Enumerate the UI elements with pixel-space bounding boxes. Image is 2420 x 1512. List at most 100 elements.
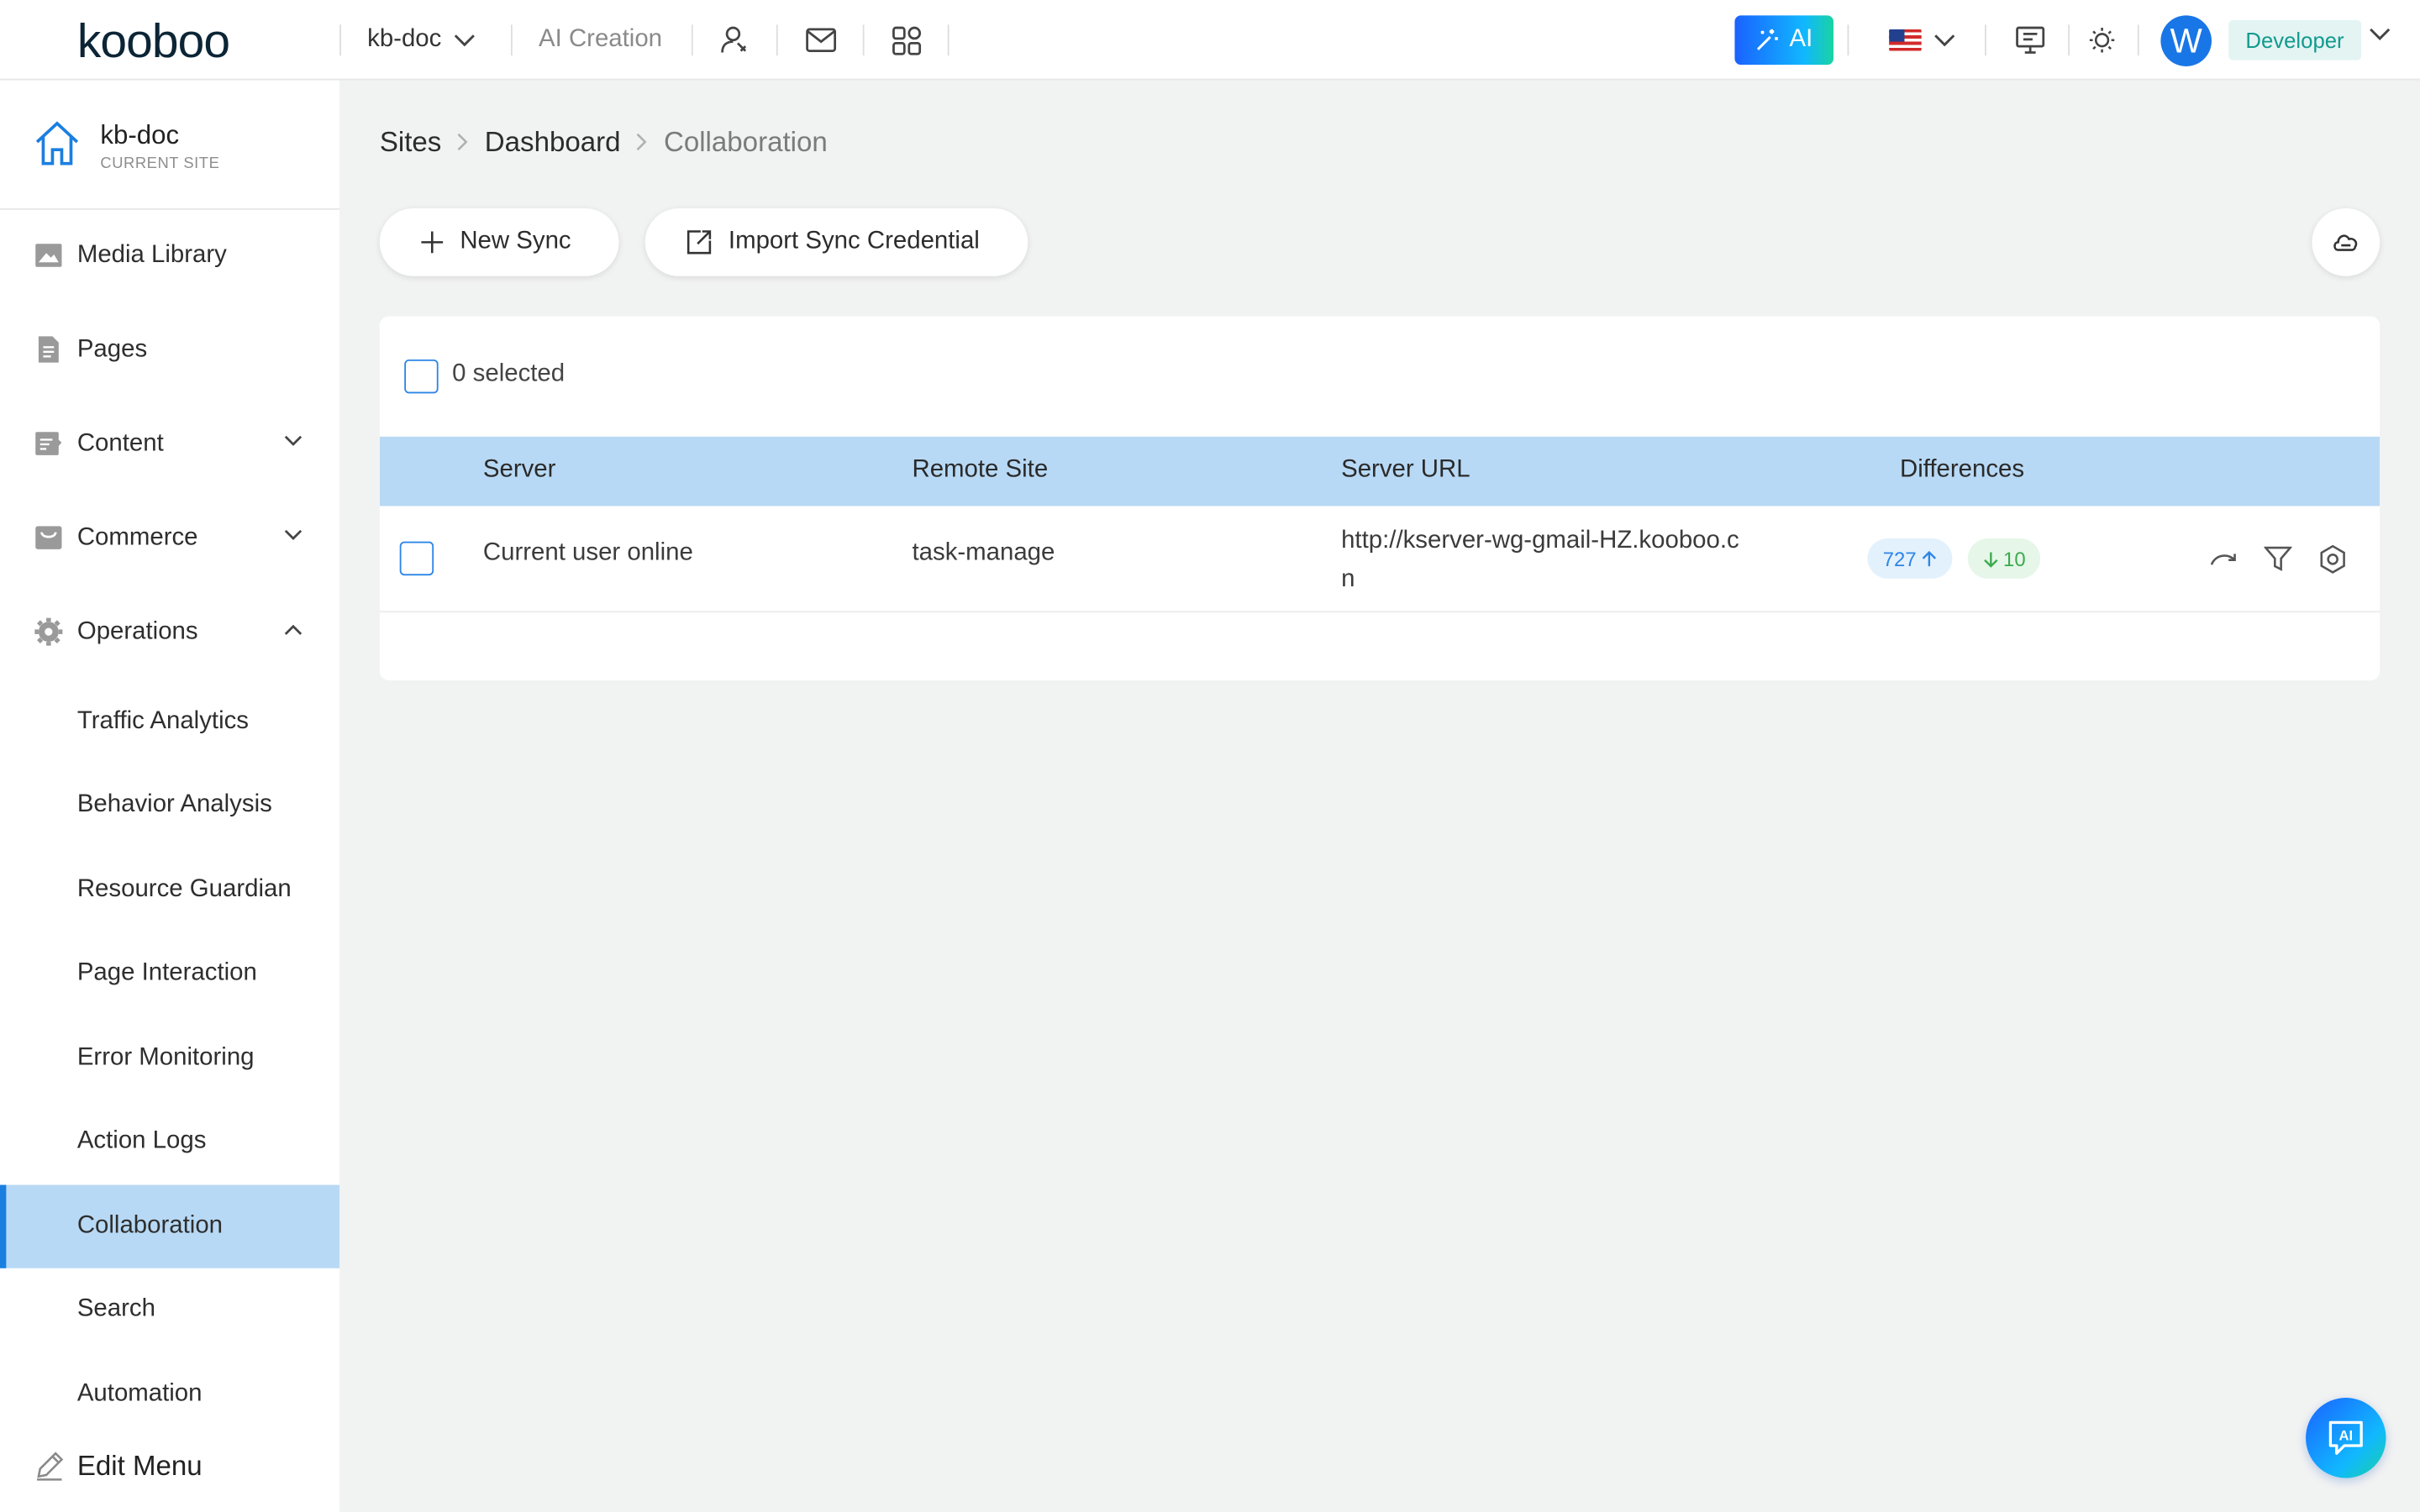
import-sync-credential-button[interactable]: Import Sync Credential bbox=[644, 207, 1028, 276]
divider bbox=[947, 24, 950, 56]
sidebar-item-content[interactable]: Content bbox=[0, 402, 339, 486]
cloud-icon bbox=[2332, 232, 2360, 254]
new-sync-button[interactable]: New Sync bbox=[379, 207, 619, 276]
filter-icon[interactable] bbox=[2261, 542, 2295, 575]
divider bbox=[2068, 24, 2070, 56]
sidebar-item-label: Pages bbox=[76, 336, 148, 363]
import-sync-credential-label: Import Sync Credential bbox=[728, 228, 980, 255]
sidebar-item-collaboration[interactable]: Collaboration bbox=[0, 1184, 340, 1268]
ai-assistant-button[interactable]: AI bbox=[2306, 1398, 2386, 1478]
sidebar-item-label: Action Logs bbox=[76, 1127, 207, 1154]
breadcrumb-sites[interactable]: Sites bbox=[380, 126, 442, 159]
sidebar-item-operations[interactable]: Operations bbox=[0, 591, 339, 674]
sidebar-item-label: Media Library bbox=[76, 242, 227, 269]
apps-grid-icon[interactable] bbox=[887, 22, 924, 59]
diff-pull-badge[interactable]: 10 bbox=[1967, 538, 2041, 579]
user-manage-icon[interactable] bbox=[716, 22, 753, 59]
presentation-icon[interactable] bbox=[2011, 22, 2048, 59]
ai-button-label: AI bbox=[1789, 26, 1813, 53]
role-badge[interactable]: Developer bbox=[2228, 19, 2361, 60]
sidebar-item-label: Traffic Analytics bbox=[76, 708, 249, 735]
avatar[interactable]: W bbox=[2160, 15, 2212, 66]
edit-menu-label: Edit Menu bbox=[76, 1449, 203, 1481]
magic-wand-icon bbox=[1755, 28, 1780, 52]
column-header-server-url: Server URL bbox=[1341, 456, 1470, 483]
row-checkbox[interactable] bbox=[399, 541, 434, 576]
divider bbox=[510, 24, 513, 56]
sidebar-item-label: Operations bbox=[76, 618, 198, 645]
language-selector[interactable] bbox=[1889, 22, 1955, 59]
mail-icon[interactable] bbox=[802, 22, 839, 59]
home-icon bbox=[34, 120, 80, 166]
edit-menu-button[interactable]: Edit Menu bbox=[0, 1422, 339, 1509]
page-icon bbox=[34, 335, 63, 365]
ai-button[interactable]: AI bbox=[1734, 15, 1833, 66]
sync-redo-icon[interactable] bbox=[2207, 542, 2240, 575]
top-bar: kooboo kb-doc AI Creation AI W Developer bbox=[0, 0, 2420, 81]
sidebar-item-label: Commerce bbox=[76, 524, 198, 551]
sidebar-item-behavior-analysis[interactable]: Behavior Analysis bbox=[0, 764, 339, 847]
table-row: Current user online task-manage http://k… bbox=[379, 506, 2381, 613]
diff-push-badge[interactable]: 727 bbox=[1867, 538, 1952, 579]
sidebar-item-pages[interactable]: Pages bbox=[0, 308, 339, 391]
sidebar-item-label: Error Monitoring bbox=[76, 1044, 255, 1071]
cloud-sync-button[interactable] bbox=[2312, 207, 2381, 276]
sidebar-item-label: Search bbox=[76, 1295, 155, 1323]
app-root: kooboo kb-doc AI Creation AI W Developer… bbox=[0, 0, 2420, 1512]
site-switcher[interactable]: kb-doc bbox=[367, 0, 476, 81]
sidebar-item-label: Content bbox=[76, 430, 164, 457]
import-icon bbox=[685, 228, 713, 256]
settings-gear-icon[interactable] bbox=[2315, 542, 2349, 575]
commerce-icon bbox=[34, 523, 63, 553]
arrow-up-icon bbox=[1921, 549, 1936, 567]
breadcrumb-collaboration: Collaboration bbox=[663, 125, 828, 157]
cell-server-url: http://kserver-wg-gmail-HZ.kooboo.cn bbox=[1341, 528, 1739, 593]
ai-float-label: AI bbox=[2339, 1428, 2354, 1444]
table-header: Server Remote Site Server URL Difference… bbox=[379, 436, 2381, 507]
ai-creation-link[interactable]: AI Creation bbox=[539, 0, 662, 81]
column-header-differences: Differences bbox=[1899, 456, 2025, 483]
chat-ai-icon: AI bbox=[2328, 1420, 2363, 1455]
chevron-down-icon bbox=[284, 529, 302, 542]
divider bbox=[2137, 24, 2139, 56]
divider bbox=[862, 24, 865, 56]
content-icon bbox=[34, 429, 63, 459]
divider bbox=[339, 24, 341, 56]
chevron-down-icon bbox=[284, 435, 302, 448]
svg-text:kooboo: kooboo bbox=[77, 15, 229, 67]
site-switcher-label: kb-doc bbox=[367, 26, 442, 53]
kooboo-logo[interactable]: kooboo bbox=[74, 15, 271, 67]
pencil-icon bbox=[34, 1450, 65, 1481]
sidebar-item-resource-guardian[interactable]: Resource Guardian bbox=[0, 848, 339, 932]
chevron-down-icon bbox=[454, 33, 476, 47]
selected-count: 0 selected bbox=[452, 360, 566, 388]
chevron-right-icon bbox=[457, 133, 470, 151]
sidebar-item-action-logs[interactable]: Action Logs bbox=[0, 1100, 339, 1184]
sidebar: kb-doc CURRENT SITE Media Library Pages … bbox=[0, 80, 340, 1512]
arrow-down-icon bbox=[1983, 550, 1998, 567]
theme-sun-icon[interactable] bbox=[2084, 22, 2121, 59]
sidebar-item-label: Collaboration bbox=[76, 1212, 224, 1239]
sidebar-item-traffic-analytics[interactable]: Traffic Analytics bbox=[0, 680, 339, 764]
sidebar-item-page-interaction[interactable]: Page Interaction bbox=[0, 932, 339, 1015]
divider bbox=[1984, 24, 1986, 56]
column-header-server: Server bbox=[482, 456, 556, 483]
breadcrumb: Sites Dashboard Collaboration bbox=[380, 123, 828, 160]
sidebar-item-error-monitoring[interactable]: Error Monitoring bbox=[0, 1016, 339, 1100]
select-all-checkbox[interactable] bbox=[404, 359, 439, 394]
divider bbox=[776, 24, 778, 56]
sidebar-item-commerce[interactable]: Commerce bbox=[0, 496, 339, 580]
us-flag-icon bbox=[1889, 29, 1922, 51]
chevron-down-icon bbox=[1933, 33, 1955, 47]
chevron-up-icon bbox=[284, 623, 302, 636]
sync-table-card: 0 selected Server Remote Site Server URL… bbox=[379, 316, 2381, 680]
chevron-down-icon[interactable] bbox=[2369, 28, 2391, 42]
sidebar-item-media-library[interactable]: Media Library bbox=[0, 214, 339, 297]
sidebar-item-label: Resource Guardian bbox=[76, 876, 292, 903]
cell-server: Current user online bbox=[482, 539, 693, 567]
breadcrumb-dashboard[interactable]: Dashboard bbox=[485, 126, 621, 159]
chevron-right-icon bbox=[636, 133, 649, 151]
current-site-header[interactable]: kb-doc CURRENT SITE bbox=[0, 81, 340, 210]
current-site-label: CURRENT SITE bbox=[100, 155, 220, 173]
sidebar-item-search[interactable]: Search bbox=[0, 1268, 339, 1352]
